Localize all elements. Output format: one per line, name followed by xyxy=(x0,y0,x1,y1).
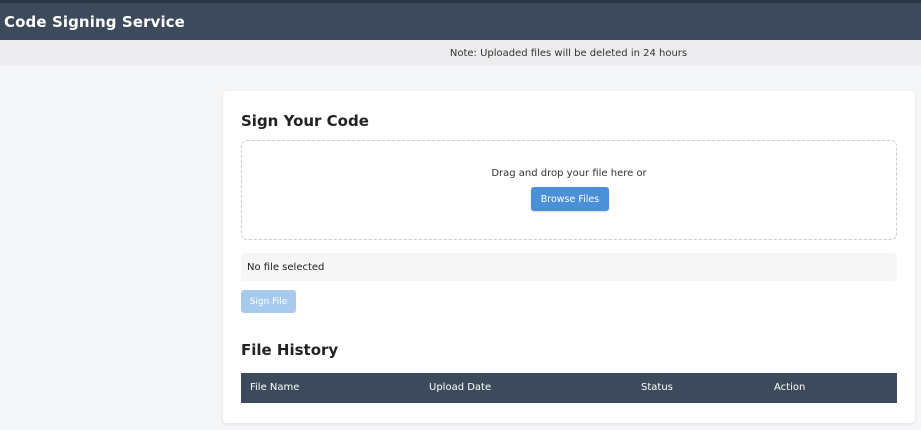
retention-notice: Note: Uploaded files will be deleted in … xyxy=(0,40,921,66)
column-header-status: Status xyxy=(641,382,673,393)
app-header: Code Signing Service xyxy=(0,0,921,40)
selected-file-status: No file selected xyxy=(241,253,897,281)
selected-file-text: No file selected xyxy=(247,261,325,273)
file-history-title: File History xyxy=(241,341,339,359)
sign-code-card: Sign Your Code Drag and drop your file h… xyxy=(223,91,915,423)
sign-code-title: Sign Your Code xyxy=(241,112,369,130)
file-history-table-header: File Name Upload Date Status Action xyxy=(241,373,897,403)
dropzone-text: Drag and drop your file here or xyxy=(491,168,647,179)
app-title: Code Signing Service xyxy=(4,12,185,31)
browse-files-button[interactable]: Browse Files xyxy=(531,187,609,211)
column-header-upload-date: Upload Date xyxy=(429,382,492,393)
retention-notice-text: Note: Uploaded files will be deleted in … xyxy=(449,47,688,59)
column-header-action: Action xyxy=(774,382,806,393)
sign-file-button[interactable]: Sign File xyxy=(241,290,296,313)
file-dropzone[interactable]: Drag and drop your file here or Browse F… xyxy=(241,140,897,240)
column-header-file-name: File Name xyxy=(250,382,300,393)
